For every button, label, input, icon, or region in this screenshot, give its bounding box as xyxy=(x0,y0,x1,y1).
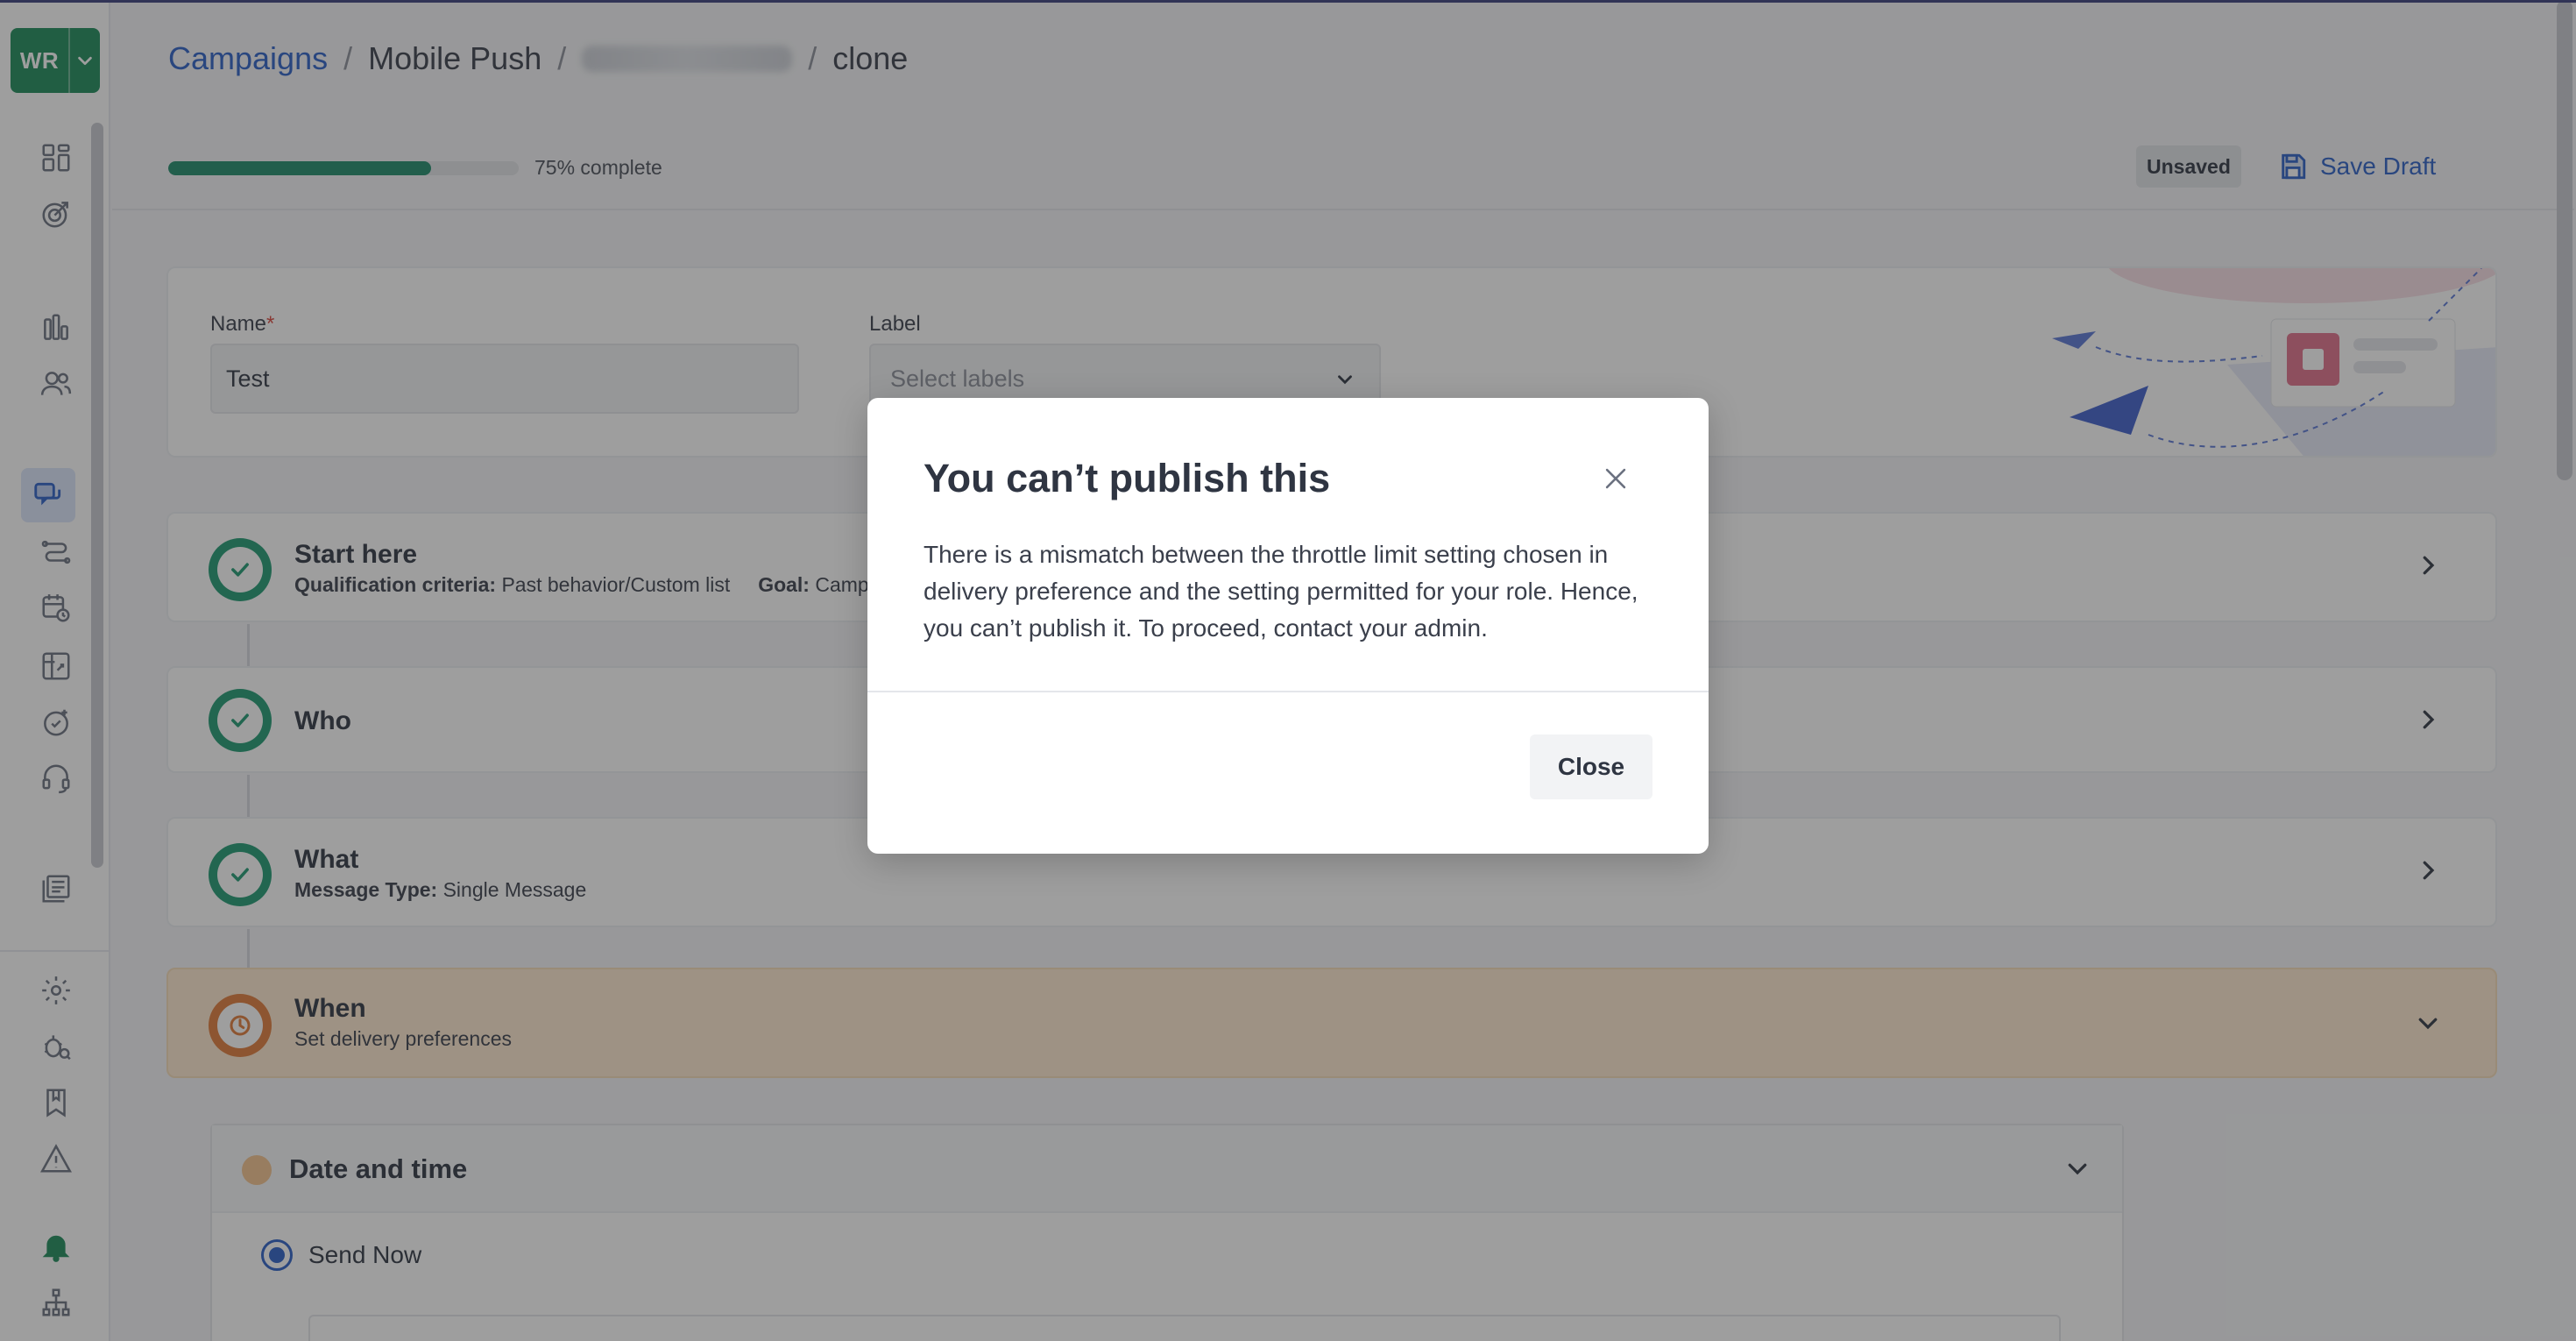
close-icon[interactable] xyxy=(1598,461,1633,496)
dialog-title: You can’t publish this xyxy=(924,456,1331,500)
dialog-message: There is a mismatch between the throttle… xyxy=(924,541,1638,642)
cannot-publish-dialog: You can’t publish this There is a mismat… xyxy=(867,398,1709,854)
close-button[interactable]: Close xyxy=(1530,734,1652,799)
dialog-divider xyxy=(867,691,1709,692)
